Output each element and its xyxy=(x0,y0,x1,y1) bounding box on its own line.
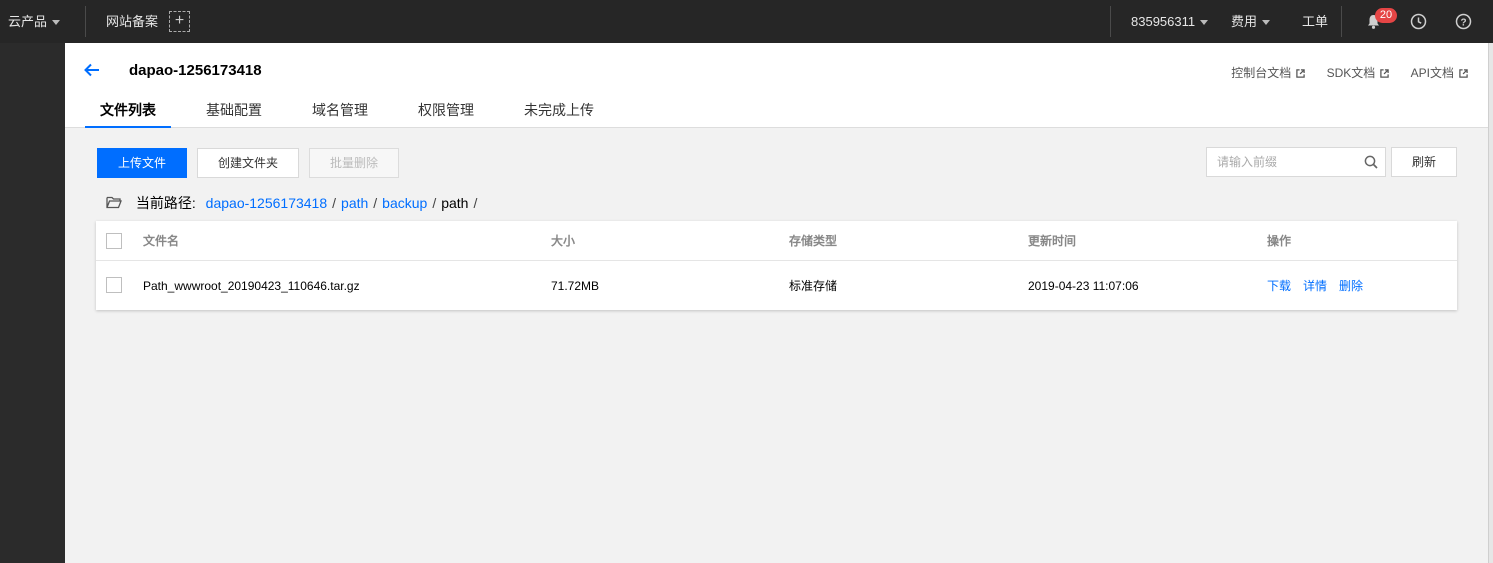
bucket-header: dapao-1256173418 控制台文档 SDK文档 API文档 文件列表 … xyxy=(65,43,1488,128)
svg-text:?: ? xyxy=(1460,17,1466,28)
prefix-search-input[interactable] xyxy=(1217,148,1357,176)
chevron-down-icon xyxy=(1262,20,1271,26)
clock-icon[interactable] xyxy=(1410,13,1427,30)
upload-file-button[interactable]: 上传文件 xyxy=(97,148,187,178)
breadcrumb-separator: / xyxy=(432,195,437,211)
breadcrumb-path-link[interactable]: path xyxy=(341,195,368,211)
breadcrumb-current: path xyxy=(441,195,469,211)
top-nav-bar: 云产品 网站备案 + 835956311 费用 工单 20 ? xyxy=(0,0,1493,43)
beian-link[interactable]: 网站备案 xyxy=(106,0,158,43)
breadcrumb-bucket-link[interactable]: dapao-1256173418 xyxy=(206,195,327,211)
column-header-storage-class: 存储类型 xyxy=(789,234,838,248)
table-header: 文件名 大小 存储类型 更新时间 操作 xyxy=(96,221,1457,261)
products-menu[interactable]: 云产品 xyxy=(8,0,61,43)
add-shortcut-icon[interactable]: + xyxy=(169,11,190,32)
tab-permission-management[interactable]: 权限管理 xyxy=(418,92,474,128)
file-table: 文件名 大小 存储类型 更新时间 操作 Path_wwwroot_2019042… xyxy=(96,221,1457,310)
sidebar xyxy=(0,43,65,563)
console-doc-link[interactable]: 控制台文档 xyxy=(1231,64,1306,81)
breadcrumb-separator: / xyxy=(373,195,378,211)
back-arrow-icon[interactable] xyxy=(83,61,101,79)
account-id: 835956311 xyxy=(1131,14,1196,29)
table-row: Path_wwwroot_20190423_110646.tar.gz 71.7… xyxy=(96,262,1457,310)
current-path-label: 当前路径: xyxy=(135,195,196,211)
api-doc-label: API文档 xyxy=(1410,66,1454,80)
billing-menu[interactable]: 费用 xyxy=(1231,0,1271,43)
divider xyxy=(1341,6,1342,37)
help-icon[interactable]: ? xyxy=(1455,13,1472,30)
column-header-size: 大小 xyxy=(551,234,576,248)
sdk-doc-label: SDK文档 xyxy=(1326,66,1376,80)
ticket-link[interactable]: 工单 xyxy=(1302,0,1328,43)
row-actions: 下载 详情 删除 xyxy=(1267,262,1375,310)
file-size: 71.72MB xyxy=(551,279,600,293)
column-header-updated: 更新时间 xyxy=(1028,234,1077,248)
account-menu[interactable]: 835956311 xyxy=(1131,0,1209,43)
refresh-button[interactable]: 刷新 xyxy=(1391,147,1457,177)
divider xyxy=(85,6,86,37)
search-icon[interactable] xyxy=(1364,155,1378,169)
file-name[interactable]: Path_wwwroot_20190423_110646.tar.gz xyxy=(143,262,360,310)
api-doc-link[interactable]: API文档 xyxy=(1411,64,1468,81)
download-link[interactable]: 下载 xyxy=(1267,279,1291,293)
chevron-down-icon xyxy=(52,20,61,26)
billing-label: 费用 xyxy=(1231,14,1258,29)
doc-links: 控制台文档 SDK文档 API文档 xyxy=(1213,64,1468,81)
column-header-actions: 操作 xyxy=(1267,234,1292,248)
details-link[interactable]: 详情 xyxy=(1303,279,1327,293)
products-menu-label: 云产品 xyxy=(8,14,48,29)
external-link-icon xyxy=(1459,69,1468,78)
prefix-search-box xyxy=(1206,147,1386,177)
select-all-checkbox[interactable] xyxy=(106,233,122,249)
tab-domain-management[interactable]: 域名管理 xyxy=(312,92,368,128)
storage-class: 标准存储 xyxy=(789,279,838,293)
breadcrumb-separator: / xyxy=(473,195,478,211)
console-doc-label: 控制台文档 xyxy=(1231,66,1292,80)
sdk-doc-link[interactable]: SDK文档 xyxy=(1327,64,1390,81)
row-checkbox[interactable] xyxy=(106,277,122,293)
notification-count-badge: 20 xyxy=(1375,8,1397,23)
breadcrumb-backup-link[interactable]: backup xyxy=(382,195,427,211)
delete-link[interactable]: 删除 xyxy=(1339,279,1363,293)
chevron-down-icon xyxy=(1200,20,1209,26)
batch-delete-button[interactable]: 批量删除 xyxy=(309,148,399,178)
external-link-icon xyxy=(1380,69,1390,78)
folder-icon xyxy=(106,196,122,209)
breadcrumb: 当前路径: dapao-1256173418/path / backup / path / xyxy=(106,193,482,213)
divider xyxy=(1110,6,1111,37)
scrollbar-edge xyxy=(1488,43,1493,563)
page-title: dapao-1256173418 xyxy=(129,62,262,79)
create-folder-button[interactable]: 创建文件夹 xyxy=(197,148,299,178)
updated-time: 2019-04-23 11:07:06 xyxy=(1028,279,1139,293)
breadcrumb-separator: / xyxy=(332,195,337,211)
external-link-icon xyxy=(1296,69,1306,78)
tab-basic-config[interactable]: 基础配置 xyxy=(206,92,262,128)
column-header-name: 文件名 xyxy=(143,234,180,248)
tab-file-list[interactable]: 文件列表 xyxy=(85,92,171,128)
tab-incomplete-uploads[interactable]: 未完成上传 xyxy=(524,92,594,128)
